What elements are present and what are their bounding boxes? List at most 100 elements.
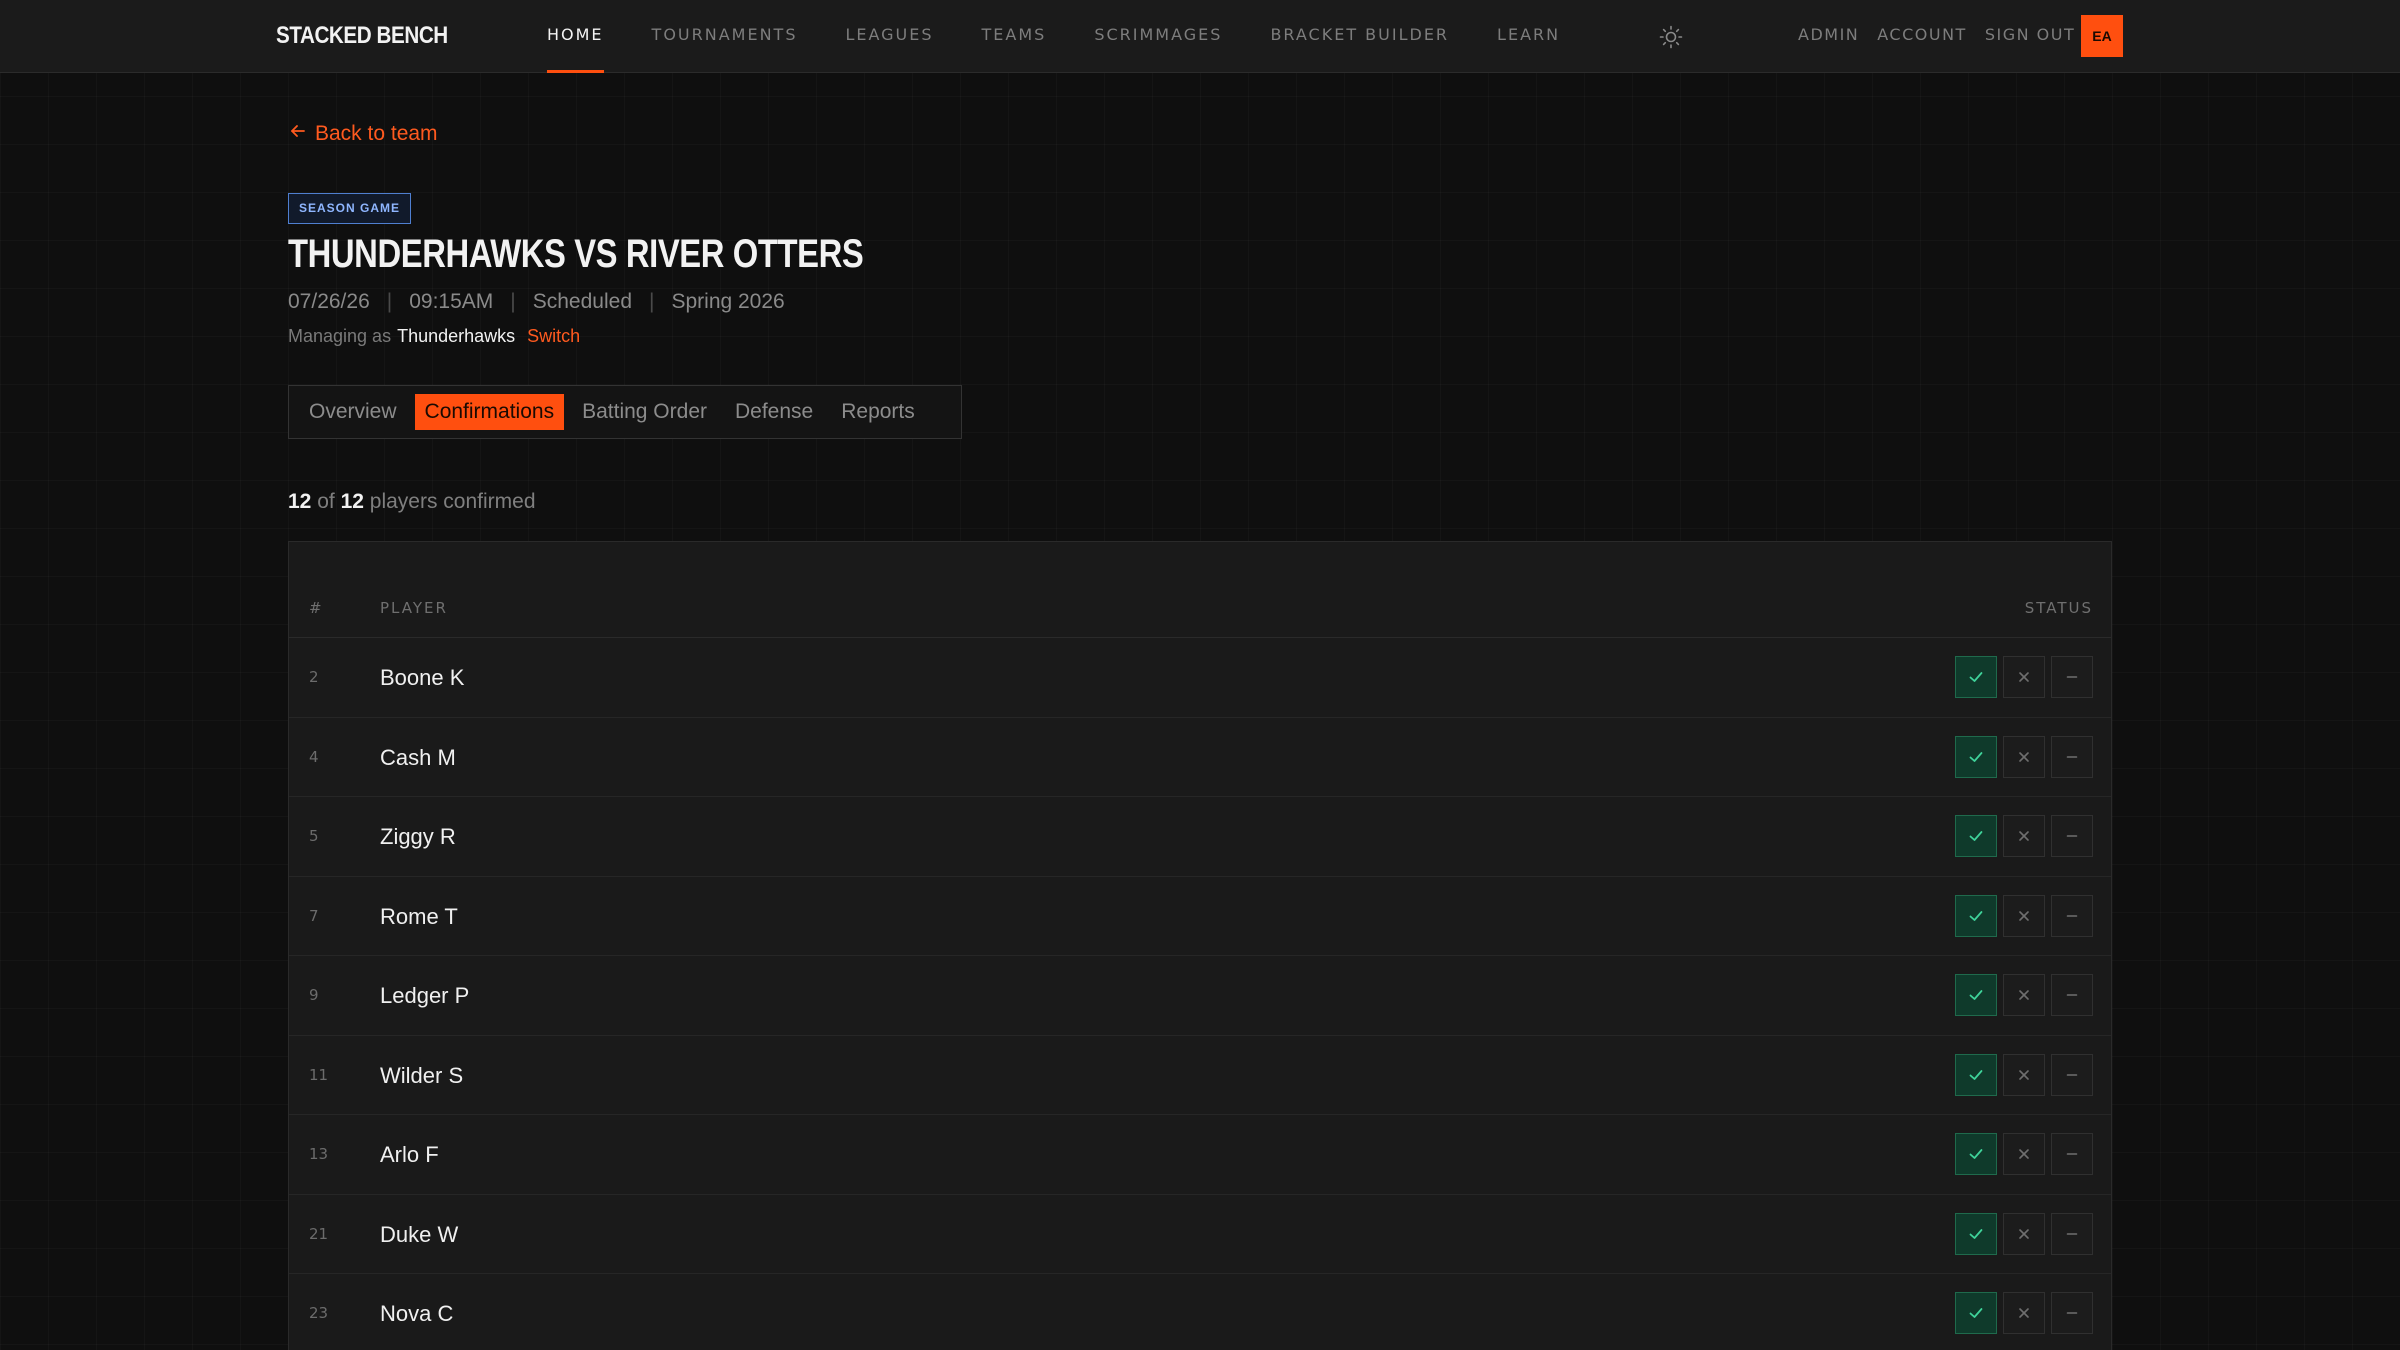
decline-button[interactable] [2003, 656, 2045, 698]
dash-icon [2064, 1305, 2080, 1321]
check-icon [1967, 1304, 1985, 1322]
dash-icon [2064, 908, 2080, 924]
player-number: 9 [309, 986, 319, 1004]
decline-button[interactable] [2003, 1212, 2045, 1255]
nav-home[interactable]: HOME [547, 0, 604, 73]
tab-confirmations[interactable]: Confirmations [414, 394, 565, 430]
confirm-button[interactable] [1955, 894, 1997, 937]
unknown-button[interactable] [2051, 1053, 2093, 1096]
unknown-button[interactable] [2051, 974, 2093, 1016]
nav-teams[interactable]: TEAMS [982, 0, 1047, 73]
avatar[interactable]: EA [2081, 15, 2123, 57]
check-icon [1967, 1225, 1985, 1243]
player-name: Duke W [380, 1221, 459, 1247]
unknown-button[interactable] [2051, 815, 2093, 857]
nav-account[interactable]: ACCOUNT [1877, 0, 1967, 73]
nav-leagues[interactable]: LEAGUES [845, 0, 933, 73]
account-nav: ADMIN ACCOUNT SIGN OUT [1798, 0, 2075, 73]
unknown-button[interactable] [2051, 894, 2093, 937]
tab-overview[interactable]: Overview [299, 394, 407, 430]
player-number: 23 [309, 1304, 329, 1322]
status-controls [1955, 894, 2093, 937]
status-controls [1955, 735, 2093, 778]
game-season: Spring 2026 [671, 290, 785, 313]
column-header-status: STATUS [2024, 599, 2093, 617]
x-icon [2016, 1305, 2032, 1321]
nav-sign-out[interactable]: SIGN OUT [1985, 0, 2075, 73]
table-row: 9 Ledger P [289, 956, 2111, 1036]
arrow-left-icon [289, 122, 307, 146]
player-number: 13 [309, 1145, 329, 1163]
back-to-team-link[interactable]: Back to team [289, 122, 438, 146]
check-icon [1967, 907, 1985, 925]
game-type-badge: SEASON GAME [288, 193, 412, 224]
nav-admin[interactable]: ADMIN [1798, 0, 1859, 73]
confirm-button[interactable] [1955, 974, 1997, 1016]
x-icon [2016, 828, 2032, 844]
player-name: Nova C [380, 1301, 454, 1326]
divider: | [510, 290, 516, 313]
decline-button[interactable] [2003, 735, 2045, 778]
player-name: Ledger P [380, 983, 470, 1008]
unknown-button[interactable] [2051, 1292, 2093, 1334]
decline-button[interactable] [2003, 1053, 2045, 1096]
player-name: Rome T [380, 903, 458, 929]
dash-icon [2064, 669, 2080, 685]
brand-logo[interactable]: STACKED BENCH [276, 22, 448, 50]
table-row: 21 Duke W [289, 1195, 2111, 1274]
nav-bracket-builder[interactable]: BRACKET BUILDER [1270, 0, 1449, 73]
status-controls [1955, 656, 2093, 698]
status-controls [1955, 974, 2093, 1016]
dash-icon [2064, 987, 2080, 1003]
confirm-button[interactable] [1955, 656, 1997, 698]
confirm-button[interactable] [1955, 735, 1997, 778]
unknown-button[interactable] [2051, 656, 2093, 698]
game-meta: 07/26/26 | 09:15AM | Scheduled | Spring … [288, 290, 785, 314]
player-name: Cash M [380, 744, 456, 770]
managing-prefix: Managing as [288, 326, 392, 346]
dash-icon [2064, 1146, 2080, 1162]
divider: | [386, 290, 393, 313]
managing-team: Thunderhawks [397, 326, 516, 346]
confirm-button[interactable] [1955, 1053, 1997, 1096]
summary-suffix: players confirmed [369, 490, 536, 513]
confirm-button[interactable] [1955, 1133, 1997, 1175]
game-date: 07/26/26 [288, 290, 370, 313]
status-controls [1955, 1053, 2093, 1096]
column-header-player: PLAYER [380, 599, 448, 617]
back-link-label: Back to team [315, 122, 438, 145]
table-row: 23 Nova C [289, 1274, 2111, 1350]
table-body: 2 Boone K 4 Cash M 5 Ziggy R 7 Rome T 9 Ledger P 1… [289, 638, 2111, 1350]
confirm-button[interactable] [1955, 1212, 1997, 1255]
table-row: 2 Boone K [289, 638, 2111, 718]
decline-button[interactable] [2003, 1292, 2045, 1334]
check-icon [1967, 1066, 1985, 1084]
player-name: Ziggy R [380, 824, 456, 849]
status-controls [1955, 1133, 2093, 1175]
tab-defense[interactable]: Defense [725, 394, 823, 430]
unknown-button[interactable] [2051, 1133, 2093, 1175]
unknown-button[interactable] [2051, 1212, 2093, 1255]
status-controls [1955, 1292, 2093, 1334]
tab-batting-order[interactable]: Batting Order [572, 394, 717, 430]
player-number: 2 [309, 668, 319, 686]
confirm-button[interactable] [1955, 815, 1997, 857]
nav-tournaments[interactable]: TOURNAMENTS [652, 0, 798, 73]
unknown-button[interactable] [2051, 735, 2093, 778]
confirmations-table: # PLAYER STATUS 2 Boone K 4 Cash M 5 Ziggy R 7… [288, 541, 2112, 1350]
confirm-button[interactable] [1955, 1292, 1997, 1334]
confirmed-count: 12 [288, 490, 312, 513]
table-row: 4 Cash M [289, 718, 2111, 797]
decline-button[interactable] [2003, 894, 2045, 937]
decline-button[interactable] [2003, 1133, 2045, 1175]
decline-button[interactable] [2003, 815, 2045, 857]
nav-learn[interactable]: LEARN [1497, 0, 1560, 73]
check-icon [1967, 827, 1985, 845]
sun-icon[interactable] [1658, 24, 1684, 50]
tab-reports[interactable]: Reports [831, 394, 925, 430]
x-icon [2016, 669, 2032, 685]
nav-scrimmages[interactable]: SCRIMMAGES [1094, 0, 1222, 73]
decline-button[interactable] [2003, 974, 2045, 1016]
table-header: # PLAYER STATUS [289, 542, 2111, 638]
switch-team-link[interactable]: Switch [527, 326, 580, 347]
